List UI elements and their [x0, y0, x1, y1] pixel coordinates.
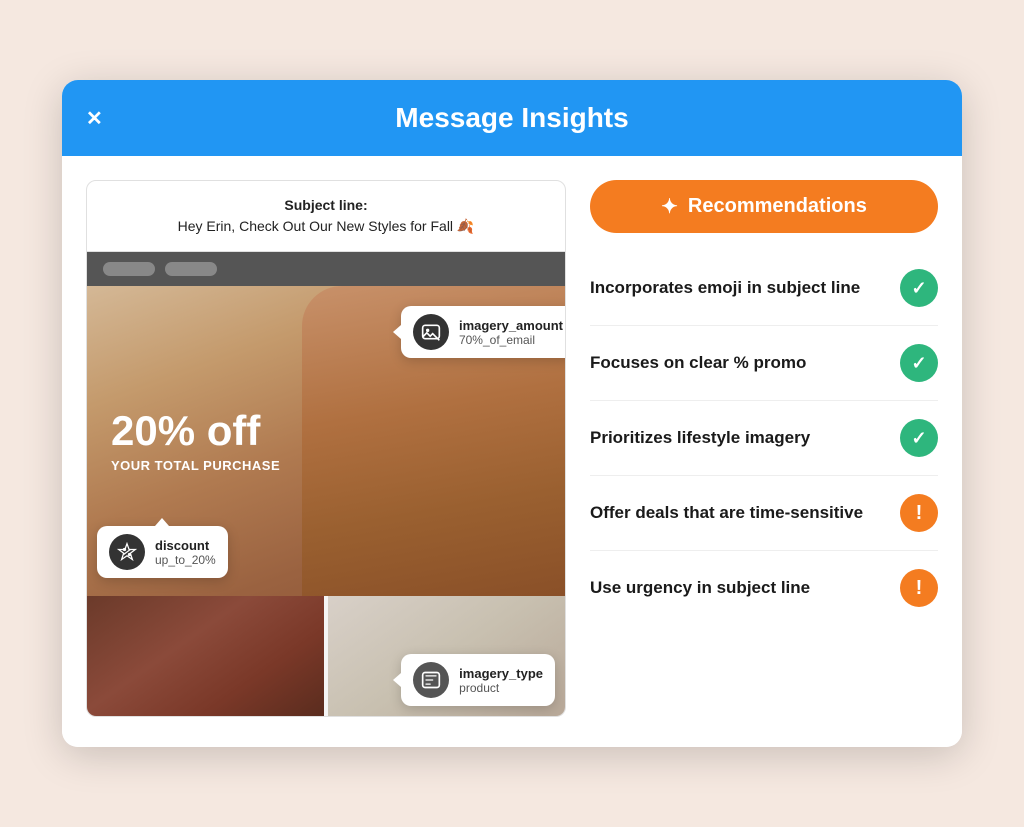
rec-label-emoji: Incorporates emoji in subject line — [590, 277, 900, 299]
imagery-type-value: product — [459, 681, 543, 695]
subject-line-box: Subject line: Hey Erin, Check Out Our Ne… — [86, 180, 566, 252]
sparkle-icon: ✦ — [661, 194, 678, 219]
email-nav-bar — [87, 252, 565, 286]
rec-item-promo: Focuses on clear % promo — [590, 326, 938, 401]
rec-status-promo — [900, 344, 938, 382]
rec-item-deals: Offer deals that are time-sensitive — [590, 476, 938, 551]
rec-label-deals: Offer deals that are time-sensitive — [590, 502, 900, 524]
imagery-value: 70%_of_email — [459, 333, 563, 347]
product-img-1 — [87, 596, 324, 716]
recommendations-label: Recommendations — [688, 195, 867, 218]
modal-title: Message Insights — [395, 102, 628, 134]
rec-status-emoji — [900, 269, 938, 307]
rec-label-promo: Focuses on clear % promo — [590, 352, 900, 374]
rec-status-lifestyle — [900, 419, 938, 457]
rec-item-lifestyle: Prioritizes lifestyle imagery — [590, 401, 938, 476]
imagery-label: imagery_amount — [459, 318, 563, 333]
subject-line-text: Hey Erin, Check Out Our New Styles for F… — [178, 218, 475, 234]
discount-label: discount — [155, 538, 216, 553]
discount-icon — [109, 534, 145, 570]
recommendations-button[interactable]: ✦ Recommendations — [590, 180, 938, 233]
imagery-type-tooltip-text: imagery_type product — [459, 666, 543, 695]
rec-item-emoji: Incorporates emoji in subject line — [590, 251, 938, 326]
nav-pill-1 — [103, 262, 155, 276]
email-bottom-strip: imagery_type product — [87, 596, 565, 716]
nav-pill-2 — [165, 262, 217, 276]
discount-value: up_to_20% — [155, 553, 216, 567]
imagery-tooltip: imagery_amount 70%_of_email — [401, 306, 566, 358]
imagery-type-tooltip: imagery_type product — [401, 654, 555, 706]
email-hero: 20% off YOUR TOTAL PURCHASE — [87, 286, 565, 596]
right-panel: ✦ Recommendations Incorporates emoji in … — [590, 180, 938, 717]
imagery-icon — [413, 314, 449, 350]
rec-status-urgency — [900, 569, 938, 607]
discount-tooltip-text: discount up_to_20% — [155, 538, 216, 567]
rec-status-deals — [900, 494, 938, 532]
imagery-type-icon — [413, 662, 449, 698]
recommendation-list: Incorporates emoji in subject line Focus… — [590, 251, 938, 625]
discount-text: 20% off — [111, 410, 260, 452]
modal-body: Subject line: Hey Erin, Check Out Our Ne… — [62, 156, 962, 747]
purchase-text: YOUR TOTAL PURCHASE — [111, 458, 280, 473]
modal: ✕ Message Insights Subject line: Hey Eri… — [62, 80, 962, 747]
imagery-type-label: imagery_type — [459, 666, 543, 681]
rec-label-lifestyle: Prioritizes lifestyle imagery — [590, 427, 900, 449]
close-button[interactable]: ✕ — [86, 106, 103, 131]
modal-header: ✕ Message Insights — [62, 80, 962, 156]
rec-item-urgency: Use urgency in subject line — [590, 551, 938, 625]
rec-label-urgency: Use urgency in subject line — [590, 577, 900, 599]
left-panel: Subject line: Hey Erin, Check Out Our Ne… — [86, 180, 566, 717]
email-preview: 20% off YOUR TOTAL PURCHASE — [86, 252, 566, 717]
discount-tooltip: discount up_to_20% — [97, 526, 228, 578]
imagery-tooltip-text: imagery_amount 70%_of_email — [459, 318, 563, 347]
subject-line-label: Subject line: — [284, 197, 367, 213]
